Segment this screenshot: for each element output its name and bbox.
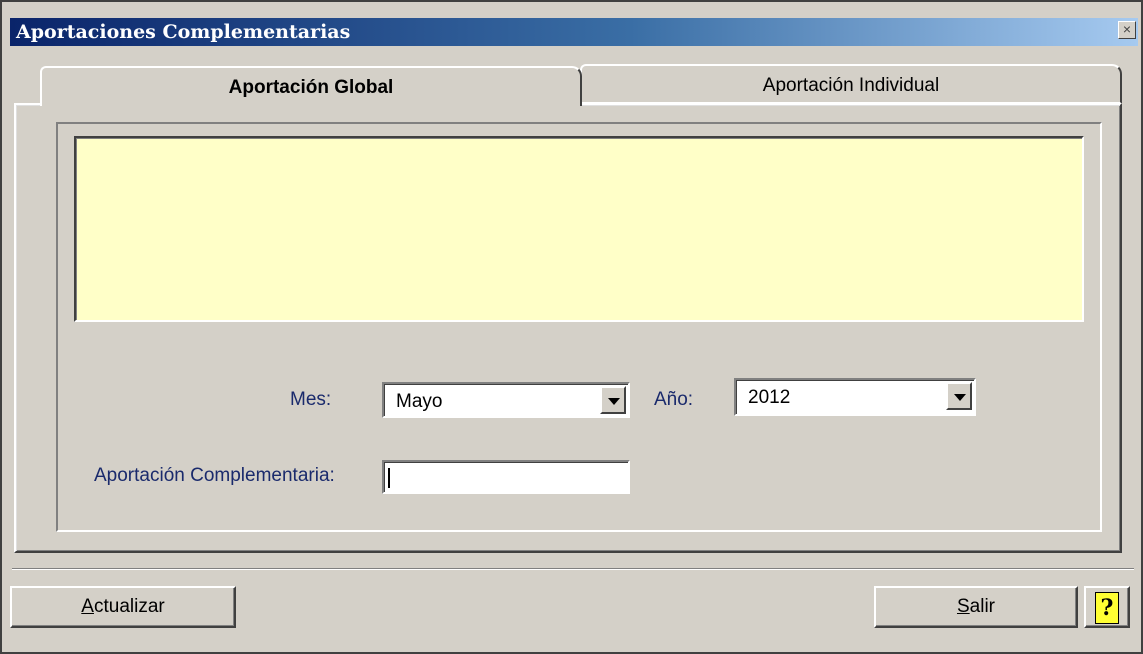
- tab-aportacion-global-label: Aportación Global: [228, 77, 394, 98]
- tab-aportacion-individual[interactable]: Aportación Individual: [580, 64, 1122, 104]
- dialog-window: Aportaciones Complementarias × Aportació…: [0, 0, 1143, 654]
- chevron-down-icon[interactable]: [946, 382, 972, 410]
- mes-value: Mayo: [396, 391, 443, 412]
- title-bar[interactable]: Aportaciones Complementarias ×: [10, 18, 1138, 46]
- actualizar-hotkey: A: [81, 596, 94, 617]
- window-title: Aportaciones Complementarias: [16, 21, 351, 43]
- divider: [12, 568, 1134, 570]
- help-button[interactable]: ?: [1084, 586, 1130, 628]
- tab-aportacion-individual-label: Aportación Individual: [762, 75, 940, 96]
- anio-label: Año:: [654, 389, 694, 410]
- actualizar-label: ctualizar: [93, 596, 165, 617]
- aportacion-complementaria-input[interactable]: [382, 460, 630, 494]
- actualizar-button[interactable]: Actualizar: [10, 586, 236, 628]
- mes-label: Mes:: [290, 389, 332, 410]
- anio-value: 2012: [748, 387, 791, 408]
- aportacion-complementaria-label: Aportación Complementaria:: [94, 465, 335, 486]
- close-button[interactable]: ×: [1118, 21, 1136, 39]
- chevron-down-icon[interactable]: [600, 386, 626, 414]
- close-icon: ×: [1122, 21, 1132, 37]
- info-area: [74, 136, 1084, 322]
- anio-dropdown[interactable]: 2012: [734, 378, 976, 416]
- text-caret: [388, 468, 390, 488]
- salir-label: alir: [969, 596, 996, 617]
- salir-hotkey: S: [956, 596, 970, 617]
- mes-dropdown[interactable]: Mayo: [382, 382, 630, 418]
- tab-aportacion-global[interactable]: Aportación Global: [40, 66, 582, 106]
- salir-button[interactable]: Salir: [874, 586, 1078, 628]
- help-icon: ?: [1095, 592, 1119, 624]
